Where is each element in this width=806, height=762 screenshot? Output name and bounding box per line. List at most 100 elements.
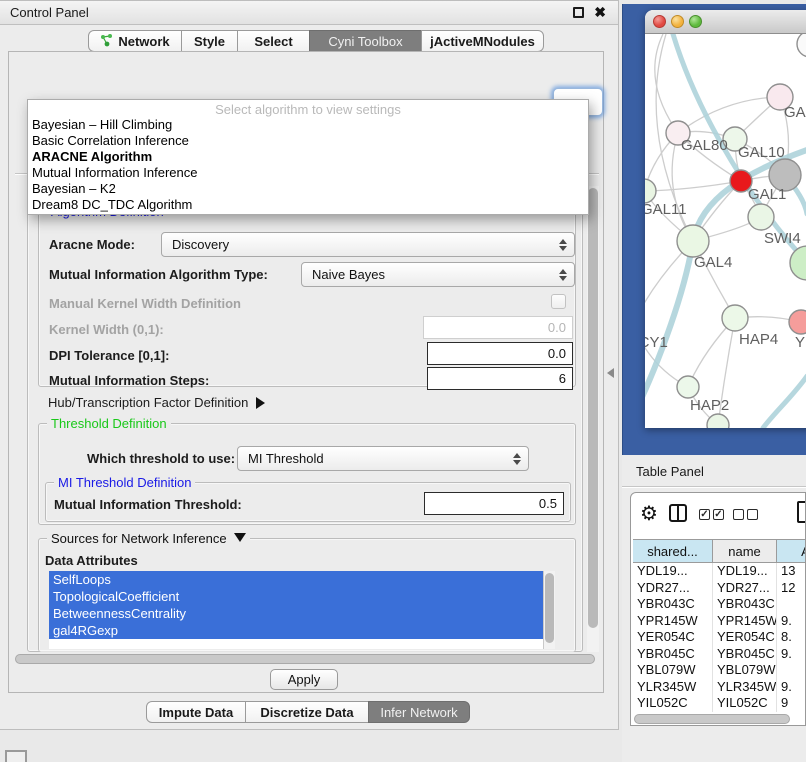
- control-panel-window: Control Panel ✖ Network Style Select Cyn…: [0, 0, 619, 730]
- table-cell: YPR145W: [633, 613, 713, 630]
- traffic-close-icon[interactable]: [653, 15, 666, 28]
- cyni-algorithm-settings-group: Cyni Algorithm Settings Algorithm Defini…: [27, 186, 583, 652]
- column-header-shared[interactable]: shared...: [633, 539, 713, 563]
- data-attribute-item[interactable]: gal4RGexp: [49, 622, 543, 639]
- manual-kernel-checkbox[interactable]: [551, 294, 566, 309]
- sources-group: Sources for Network Inference Data Attri…: [38, 538, 576, 652]
- node-HAP4[interactable]: [722, 305, 748, 331]
- data-attribute-item[interactable]: BetweennessCentrality: [49, 605, 543, 622]
- close-icon[interactable]: ✖: [594, 4, 606, 21]
- column-header-name[interactable]: name: [713, 539, 777, 563]
- table-row[interactable]: YER054CYER054C8.: [633, 629, 806, 646]
- algorithm-option[interactable]: Bayesian – K2: [28, 181, 588, 197]
- apply-button[interactable]: Apply: [270, 669, 338, 690]
- deselect-all-checkbox-icon[interactable]: [733, 509, 744, 520]
- dpi-tolerance-input[interactable]: 0.0: [427, 342, 573, 365]
- node-bottom[interactable]: [707, 414, 729, 428]
- table-row[interactable]: YBR045CYBR045C9.: [633, 646, 806, 663]
- which-threshold-combo[interactable]: MI Threshold: [237, 446, 529, 471]
- tab-style[interactable]: Style: [181, 30, 238, 52]
- table-cell: YBR045C: [633, 646, 713, 663]
- sources-title-label: Sources for Network Inference: [51, 531, 227, 546]
- table-cell: 9.: [777, 613, 806, 630]
- column-header-third-label: A: [801, 544, 806, 559]
- deselect-all-checkbox-icon[interactable]: [747, 509, 758, 520]
- dpi-tolerance-label: DPI Tolerance [0,1]:: [49, 348, 169, 363]
- node-label-GCY1: GCY1: [645, 334, 668, 351]
- settings-vertical-scrollbar[interactable]: [587, 186, 599, 652]
- table-cell: YPR145W: [713, 613, 777, 630]
- node-GAL4[interactable]: [677, 225, 709, 257]
- node-green-mid[interactable]: [748, 204, 774, 230]
- traffic-zoom-icon[interactable]: [689, 15, 702, 28]
- splitter-collapse-arrow[interactable]: [607, 368, 614, 378]
- tab-jactivemnodules[interactable]: jActiveMNodules: [421, 30, 544, 52]
- data-attribute-item[interactable]: TopologicalCoefficient: [49, 588, 543, 605]
- which-threshold-label: Which threshold to use:: [87, 451, 235, 466]
- algorithm-option[interactable]: Basic Correlation Inference: [28, 133, 588, 149]
- node-GAL11[interactable]: [645, 179, 656, 203]
- algorithm-option[interactable]: Mutual Information Inference: [28, 165, 588, 181]
- minimized-panel-icon[interactable]: [5, 750, 27, 762]
- node-HAP2[interactable]: [677, 376, 699, 398]
- algorithm-option[interactable]: ARACNE Algorithm: [28, 149, 588, 165]
- node-SWI4[interactable]: [790, 246, 806, 280]
- table-row[interactable]: YBR043CYBR043C: [633, 596, 806, 613]
- algorithm-definition-group: Algorithm Definition Aracne Mode: Discov…: [38, 211, 576, 387]
- sources-title[interactable]: Sources for Network Inference: [47, 531, 250, 546]
- select-all-checkbox-icon[interactable]: ✓: [713, 509, 724, 520]
- table-cell: 9: [777, 695, 806, 712]
- table-horizontal-scrollbar[interactable]: [634, 714, 790, 724]
- node-label-GAL1: GAL1: [748, 186, 786, 203]
- table-row[interactable]: YDL19...YDL19...13: [633, 563, 806, 580]
- table-row[interactable]: YBL079WYBL079W: [633, 662, 806, 679]
- mi-steps-input[interactable]: 6: [427, 367, 573, 390]
- table-cell: 9.: [777, 646, 806, 663]
- table-row[interactable]: YPR145WYPR145W9.: [633, 613, 806, 630]
- table-cell: 12: [777, 580, 806, 597]
- column-header-third[interactable]: A: [777, 539, 806, 563]
- aracne-mode-combo[interactable]: Discovery: [161, 232, 575, 257]
- mi-threshold-definition-group: MI Threshold Definition Mutual Informati…: [45, 482, 571, 522]
- tab-impute-data[interactable]: Impute Data: [146, 701, 246, 723]
- tab-cyni-toolbox[interactable]: Cyni Toolbox: [309, 30, 422, 52]
- table-window: ⚙ ✓ ✓ shared... name A YDL19...YDL19...1…: [630, 492, 806, 726]
- manual-kernel-label: Manual Kernel Width Definition: [49, 296, 241, 311]
- node-salmon[interactable]: [789, 310, 806, 334]
- kernel-width-input[interactable]: 0.0: [423, 316, 573, 339]
- table-cell: YDR27...: [633, 580, 713, 597]
- mi-algorithm-type-combo[interactable]: Naive Bayes: [301, 262, 575, 287]
- float-window-icon[interactable]: [573, 7, 584, 18]
- mi-algorithm-type-value: Naive Bayes: [312, 267, 385, 282]
- algorithm-option[interactable]: Bayesian – Hill Climbing: [28, 117, 588, 133]
- table-row[interactable]: YDR27...YDR27...12: [633, 580, 806, 597]
- tab-infer-network[interactable]: Infer Network: [368, 701, 470, 723]
- attributes-scrollbar[interactable]: [543, 571, 555, 649]
- settings-gear-icon[interactable]: ⚙: [640, 501, 658, 526]
- network-view-window[interactable]: GALGAL80GAL10GAL1GAL11GAL4SWI4GCY1HAP4YH…: [645, 10, 806, 428]
- mi-threshold-input[interactable]: 0.5: [424, 492, 564, 515]
- network-canvas[interactable]: GALGAL80GAL10GAL1GAL11GAL4SWI4GCY1HAP4YH…: [645, 34, 806, 428]
- hub-section-label: Hub/Transcription Factor Definition: [48, 395, 248, 410]
- page-icon[interactable]: [797, 501, 806, 523]
- tab-style-label: Style: [194, 34, 225, 49]
- column-visibility-icon[interactable]: [669, 504, 687, 522]
- mi-threshold-label: Mutual Information Threshold:: [54, 497, 242, 512]
- tab-network[interactable]: Network: [88, 30, 182, 52]
- data-attribute-item[interactable]: SelfLoops: [49, 571, 543, 588]
- kernel-width-label: Kernel Width (0,1):: [49, 322, 164, 337]
- traffic-minimize-icon[interactable]: [671, 15, 684, 28]
- table-cell: [777, 662, 806, 679]
- network-desktop: GALGAL80GAL10GAL1GAL11GAL4SWI4GCY1HAP4YH…: [622, 4, 806, 455]
- table-row[interactable]: YLR345WYLR345W9.: [633, 679, 806, 696]
- table-row[interactable]: YIL052CYIL052C9: [633, 695, 806, 712]
- algorithm-option[interactable]: Dream8 DC_TDC Algorithm: [28, 197, 588, 213]
- tab-select[interactable]: Select: [237, 30, 310, 52]
- select-all-checkbox-icon[interactable]: ✓: [699, 509, 710, 520]
- node-top-arc[interactable]: [797, 34, 806, 57]
- settings-horizontal-scrollbar[interactable]: [15, 654, 595, 664]
- data-attributes-label: Data Attributes: [45, 553, 138, 568]
- network-window-titlebar[interactable]: [645, 10, 806, 34]
- tab-discretize-data[interactable]: Discretize Data: [245, 701, 369, 723]
- hub-section-toggle[interactable]: Hub/Transcription Factor Definition: [48, 395, 265, 410]
